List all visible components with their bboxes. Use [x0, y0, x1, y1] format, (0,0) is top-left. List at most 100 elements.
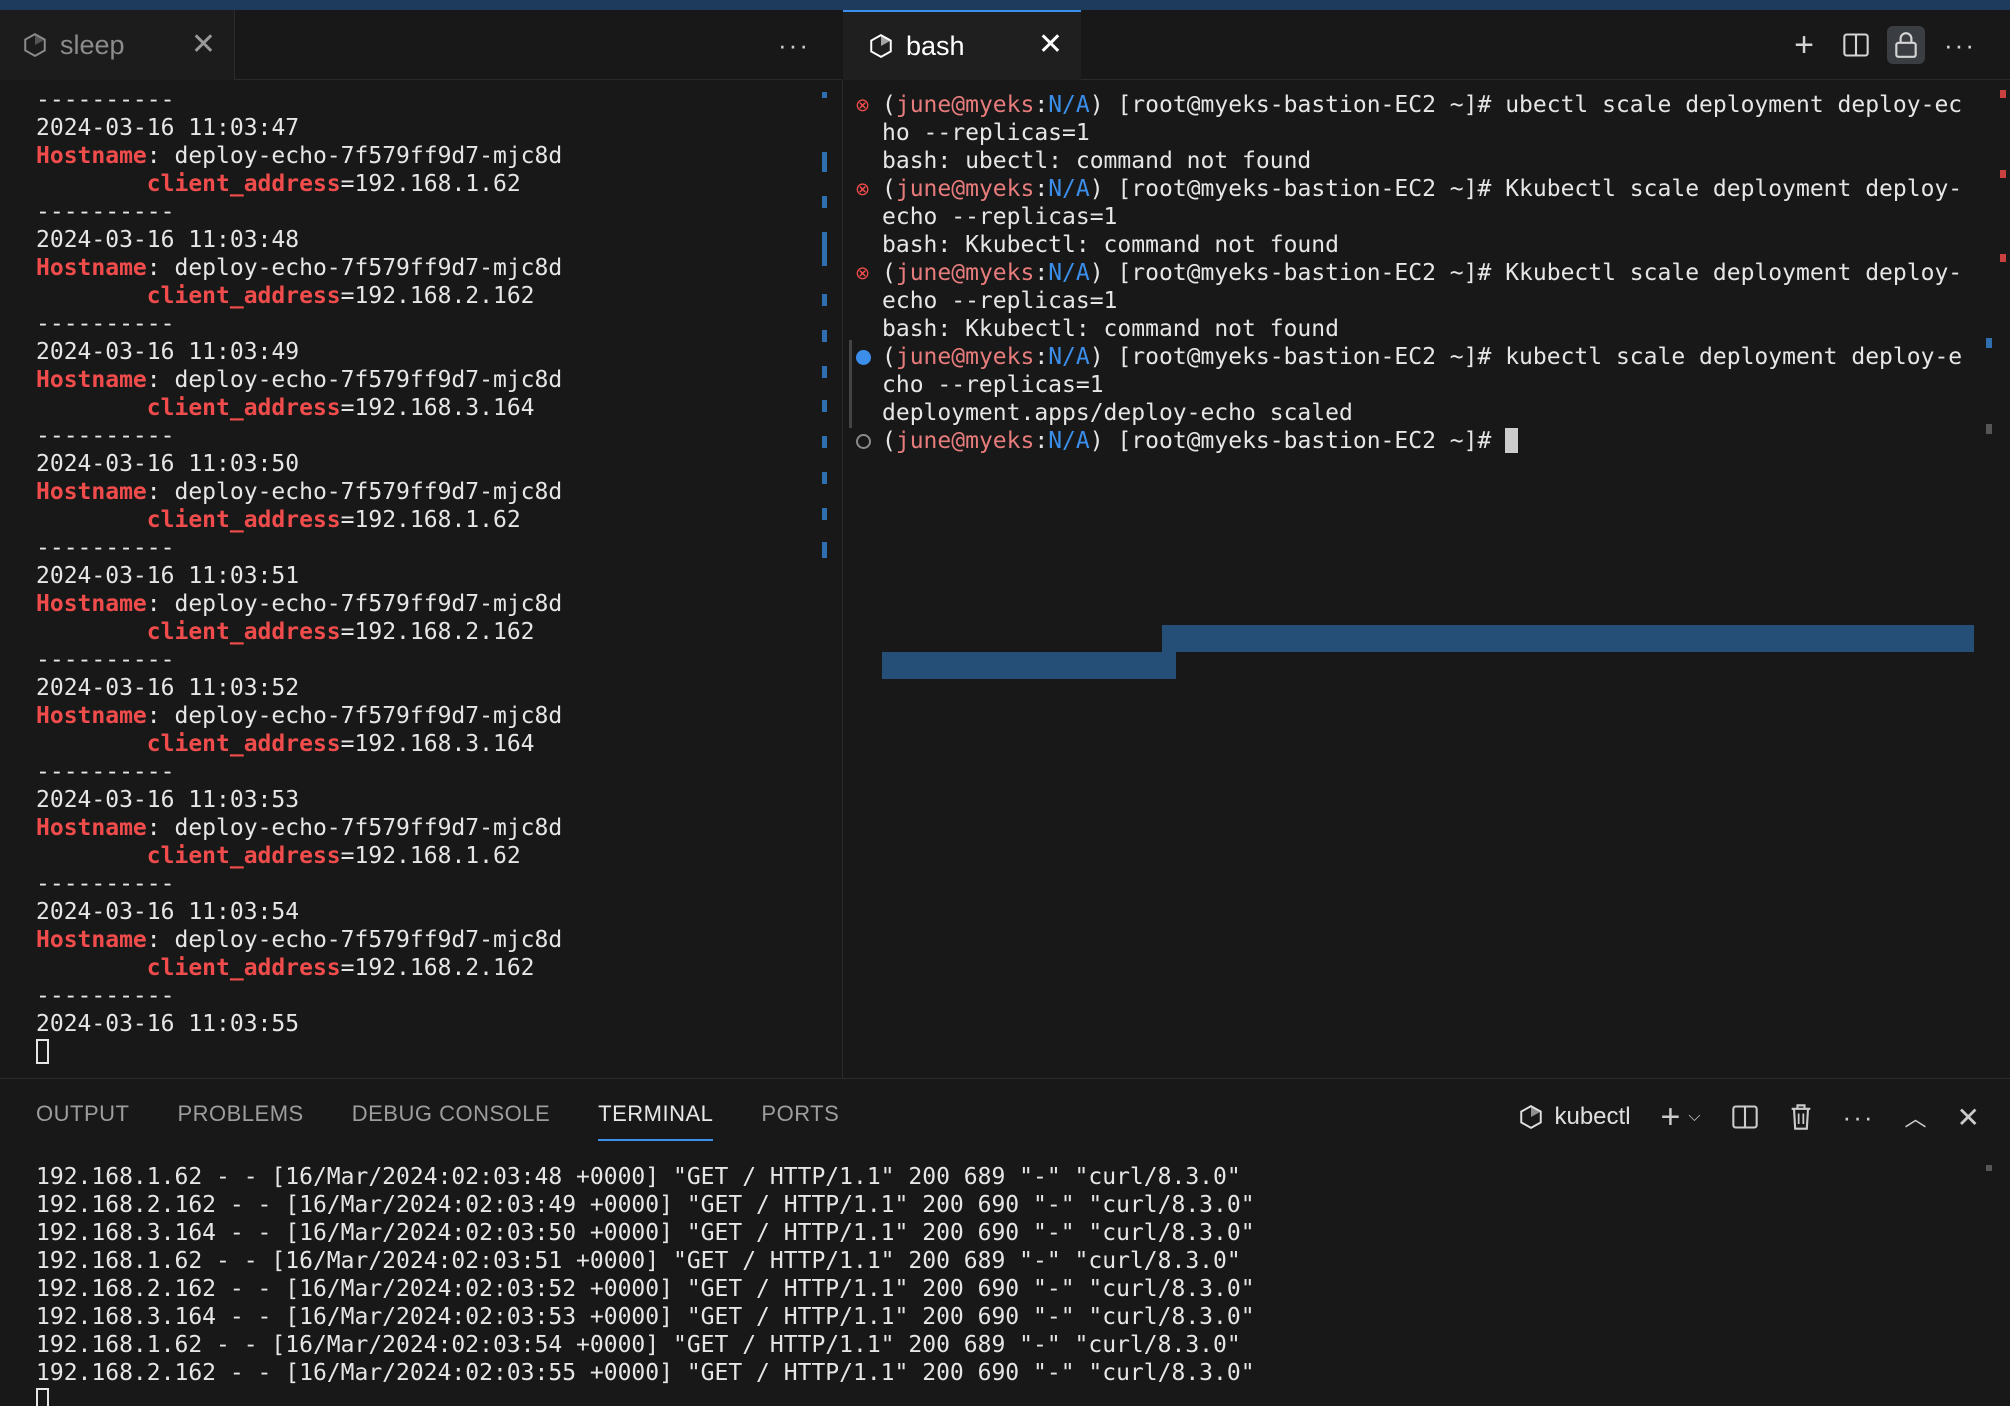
command-error-icon[interactable]: ⊗ [855, 264, 871, 282]
panel-tab-output[interactable]: OUTPUT [36, 1101, 129, 1141]
terminal-selector[interactable]: kubectl [1518, 1103, 1631, 1131]
split-editor-icon[interactable] [1837, 26, 1875, 64]
hostname-value: deploy-echo-7f579ff9d7-mjc8d [174, 255, 563, 281]
prompt-user: june@myeks [895, 260, 1035, 286]
prompt-host: [root@myeks-bastion-EC2 ~]# [1103, 428, 1506, 454]
terminal-line: Hostname: deploy-echo-7f579ff9d7-mjc8d [36, 926, 562, 954]
overview-ruler-panel [1986, 1165, 1992, 1171]
close-panel-icon[interactable]: ✕ [1957, 1101, 1980, 1134]
timestamp: 2024-03-16 11:03:51 [36, 563, 300, 589]
colon: : [146, 591, 175, 617]
more-actions-icon[interactable]: ··· [1941, 26, 1979, 64]
terminal-line: 2024-03-16 11:03:55 [36, 1010, 562, 1038]
command-text: echo --replicas=1 [882, 288, 1118, 314]
colon: : [146, 927, 175, 953]
terminal-line: 2024-03-16 11:03:53 [36, 786, 562, 814]
close-icon[interactable]: ✕ [1038, 30, 1063, 60]
hostname-label: Hostname [36, 591, 147, 617]
close-icon[interactable]: ✕ [191, 30, 216, 60]
equals: = [340, 843, 355, 869]
terminal-line: (june@myeks:N/A) [root@myeks-bastion-EC2… [882, 175, 1962, 203]
panel-actions: kubectl + ⌵ ··· ︿ ✕ [1488, 1097, 1980, 1137]
tab-bash[interactable]: bash ✕ [843, 10, 1081, 80]
prompt-context: N/A [1048, 260, 1090, 286]
hostname-label: Hostname [36, 255, 147, 281]
timestamp: 2024-03-16 11:03:47 [36, 115, 300, 141]
plus-icon: + [1660, 1097, 1681, 1136]
colon: : [1034, 92, 1049, 118]
command-success-icon[interactable] [856, 350, 871, 365]
colon: : [146, 143, 175, 169]
log-line: 192.168.3.164 - - [16/Mar/2024:02:03:50 … [36, 1220, 1255, 1246]
colon: : [1034, 428, 1049, 454]
panel-tab-ports[interactable]: PORTS [761, 1101, 839, 1141]
paren: ( [882, 92, 896, 118]
timestamp: 2024-03-16 11:03:53 [36, 787, 300, 813]
colon: : [146, 255, 175, 281]
command-output: bash: Kkubectl: command not found [882, 232, 1339, 258]
hostname-value: deploy-echo-7f579ff9d7-mjc8d [174, 143, 563, 169]
prompt-host: [root@myeks-bastion-EC2 ~]# [1103, 344, 1506, 370]
kubectl-terminal-output[interactable]: 192.168.1.62 - - [16/Mar/2024:02:03:48 +… [36, 1163, 1255, 1406]
terminal-line: deployment.apps/deploy-echo scaled [882, 399, 1962, 427]
terminal-line: client_address=192.168.1.62 [36, 842, 562, 870]
panel-tab-terminal[interactable]: TERMINAL [598, 1101, 714, 1141]
panel-tab-problems[interactable]: PROBLEMS [177, 1101, 303, 1141]
terminal-line: client_address=192.168.3.164 [36, 730, 562, 758]
timestamp: 2024-03-16 11:03:55 [36, 1011, 300, 1037]
separator: ---------- [36, 423, 175, 449]
maximize-panel-icon[interactable]: ︿ [1905, 1101, 1927, 1133]
kill-terminal-button[interactable] [1789, 1103, 1813, 1131]
command-pending-icon [856, 434, 871, 449]
timestamp: 2024-03-16 11:03:54 [36, 899, 300, 925]
terminal-line: ---------- [36, 870, 562, 898]
terminal-line: Hostname: deploy-echo-7f579ff9d7-mjc8d [36, 142, 562, 170]
trash-icon [1791, 1104, 1810, 1130]
terminal-line: 2024-03-16 11:03:48 [36, 226, 562, 254]
command-text: kubectl scale deployment deploy-e [1505, 344, 1963, 370]
log-line: 192.168.1.62 - - [16/Mar/2024:02:03:51 +… [36, 1248, 1241, 1274]
client-address-label: client_address [146, 283, 341, 309]
client-address-label: client_address [146, 507, 341, 533]
lock-icon[interactable] [1887, 26, 1925, 64]
text-selection [882, 652, 1176, 679]
chevron-down-icon[interactable]: ⌵ [1688, 1108, 1700, 1126]
hostname-label: Hostname [36, 479, 147, 505]
prompt-host: [root@myeks-bastion-EC2 ~]# [1103, 92, 1506, 118]
pane-divider[interactable] [842, 80, 843, 1078]
terminal-line: 2024-03-16 11:03:49 [36, 338, 562, 366]
terminal-line: Hostname: deploy-echo-7f579ff9d7-mjc8d [36, 590, 562, 618]
new-terminal-button[interactable]: + ⌵ [1661, 1098, 1701, 1137]
split-terminal-icon [1731, 1105, 1758, 1129]
command-output: bash: Kkubectl: command not found [882, 316, 1339, 342]
client-address-label: client_address [146, 955, 341, 981]
split-terminal-button[interactable] [1731, 1103, 1759, 1131]
bash-terminal-output[interactable]: (june@myeks:N/A) [root@myeks-bastion-EC2… [882, 91, 1962, 455]
colon: : [146, 479, 175, 505]
terminal-line: Hostname: deploy-echo-7f579ff9d7-mjc8d [36, 702, 562, 730]
terminal-line: client_address=192.168.2.162 [36, 954, 562, 982]
new-terminal-icon[interactable]: + [1785, 26, 1823, 64]
terminal-line: bash: Kkubectl: command not found [882, 231, 1962, 259]
command-error-icon[interactable]: ⊗ [855, 180, 871, 198]
timestamp: 2024-03-16 11:03:50 [36, 451, 300, 477]
more-actions-icon[interactable]: ··· [1843, 1102, 1875, 1133]
command-error-icon[interactable]: ⊗ [855, 96, 871, 114]
left-editor-tabs: sleep ✕ ··· [0, 10, 842, 80]
panel-tab-debug-console[interactable]: DEBUG CONSOLE [352, 1101, 550, 1141]
hostname-label: Hostname [36, 367, 147, 393]
tab-sleep[interactable]: sleep ✕ [0, 10, 235, 80]
log-line: 192.168.2.162 - - [16/Mar/2024:02:03:49 … [36, 1192, 1255, 1218]
terminal-line: bash: ubectl: command not found [882, 147, 1962, 175]
prompt-context: N/A [1048, 92, 1090, 118]
terminal-line: 2024-03-16 11:03:47 [36, 114, 562, 142]
terminal-line: ho --replicas=1 [882, 119, 1962, 147]
more-actions-icon[interactable]: ··· [778, 32, 810, 58]
sleep-terminal-output[interactable]: ---------- 2024-03-16 11:03:47 Hostname: d… [36, 86, 562, 1066]
paren: ) [1089, 176, 1104, 202]
